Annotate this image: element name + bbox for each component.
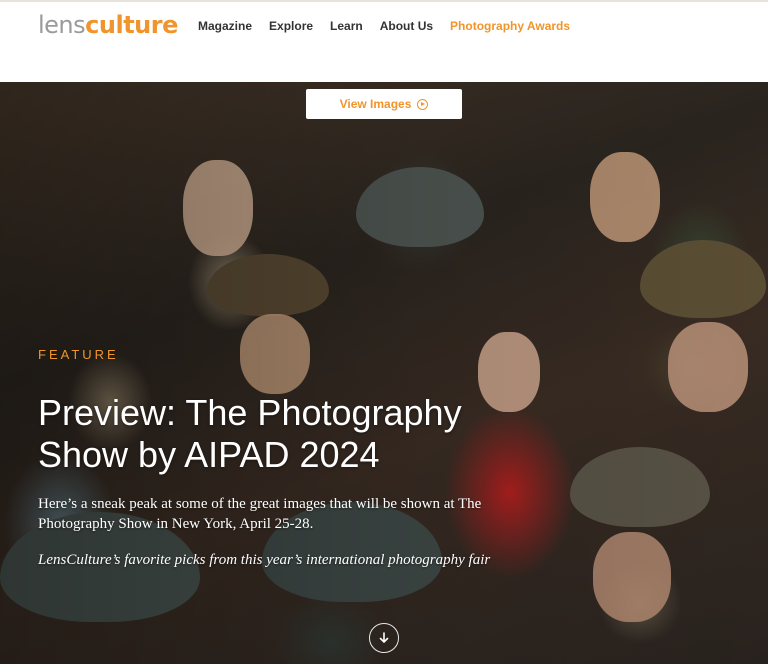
hat-shape bbox=[356, 167, 484, 247]
nav-about-us[interactable]: About Us bbox=[380, 18, 433, 34]
logo-culture-text: culture bbox=[85, 11, 178, 39]
nav-learn[interactable]: Learn bbox=[330, 18, 363, 34]
face-shape bbox=[593, 532, 671, 622]
play-circle-icon bbox=[417, 98, 429, 110]
article-description: Here’s a sneak peak at some of the great… bbox=[38, 496, 482, 532]
hat-shape bbox=[570, 447, 710, 527]
site-header: lensculture Magazine Explore Learn About… bbox=[0, 0, 768, 82]
nav-explore[interactable]: Explore bbox=[269, 18, 313, 34]
article-subdescription: LensCulture’s favorite picks from this y… bbox=[38, 552, 491, 568]
hat-shape bbox=[207, 254, 329, 316]
article-title[interactable]: Preview: The Photography Show by AIPAD 2… bbox=[38, 392, 558, 476]
face-shape bbox=[183, 160, 253, 256]
nav-magazine[interactable]: Magazine bbox=[198, 18, 252, 34]
lensculture-logo[interactable]: lensculture bbox=[38, 11, 178, 39]
main-nav: Magazine Explore Learn About Us Photogra… bbox=[198, 18, 587, 34]
scroll-down-button[interactable] bbox=[369, 623, 399, 653]
face-shape bbox=[590, 152, 660, 242]
hero-image bbox=[0, 82, 768, 664]
view-images-button[interactable]: View Images bbox=[306, 89, 462, 119]
logo-lens-text: lens bbox=[38, 11, 86, 39]
feature-kicker: FEATURE bbox=[38, 347, 119, 362]
nav-photography-awards[interactable]: Photography Awards bbox=[450, 18, 570, 34]
face-shape bbox=[668, 322, 748, 412]
arrow-down-circle-icon bbox=[379, 632, 389, 643]
view-images-label: View Images bbox=[339, 97, 412, 111]
hat-shape bbox=[640, 240, 766, 318]
face-shape bbox=[240, 314, 310, 394]
